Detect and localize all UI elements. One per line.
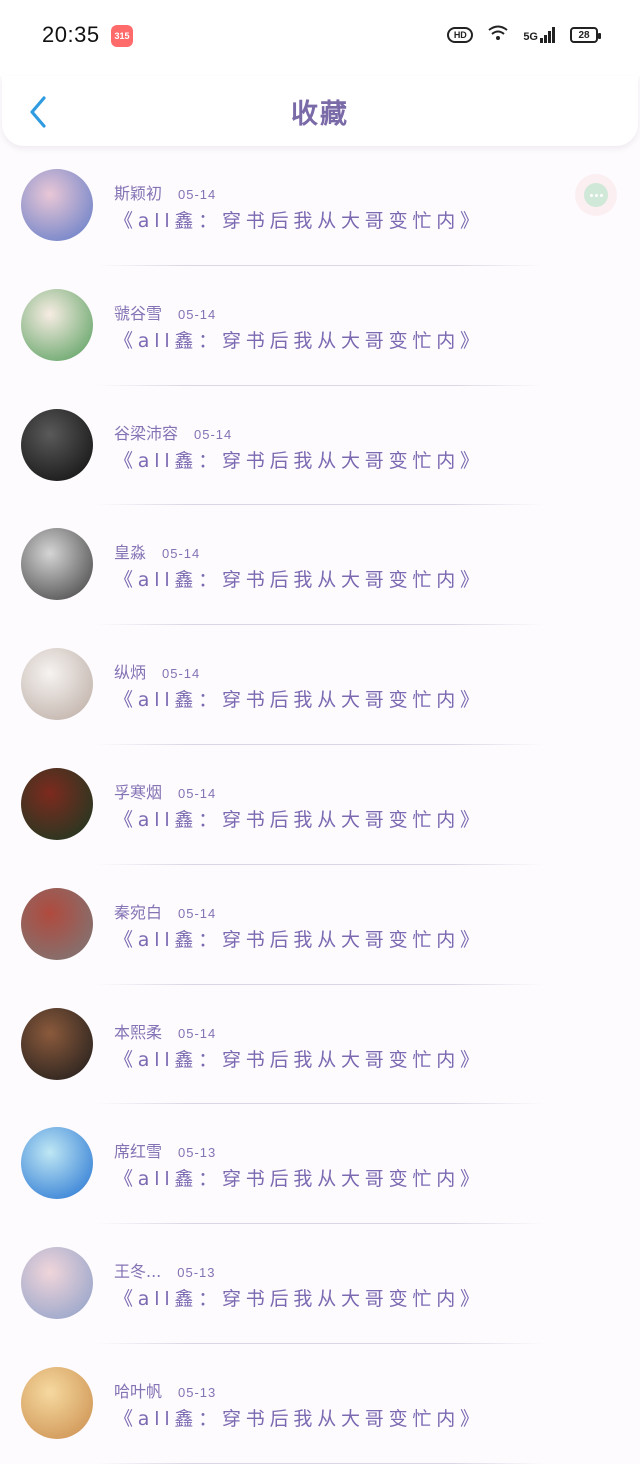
avatar[interactable] — [21, 288, 93, 361]
favorite-item[interactable]: 虢谷雪 05-14 《all鑫：穿书后我从大哥变忙内》 — [0, 266, 640, 386]
favorite-date: 05-14 — [178, 306, 217, 322]
favorite-date: 05-14 — [178, 905, 217, 921]
favorite-date: 05-13 — [178, 1384, 217, 1400]
favorite-meta: 皇淼 05-14 — [114, 539, 200, 563]
status-time: 20:35 — [42, 22, 100, 47]
favorite-title[interactable]: 《all鑫：穿书后我从大哥变忙内》 — [114, 805, 484, 832]
favorite-date: 05-13 — [177, 1265, 216, 1281]
favorite-title[interactable]: 《all鑫：穿书后我从大哥变忙内》 — [114, 565, 484, 592]
status-bar: 20:35 315 HD 5G 28 — [0, 0, 640, 76]
favorite-date: 05-14 — [178, 187, 217, 202]
favorite-title[interactable]: 《all鑫：穿书后我从大哥变忙内》 — [114, 326, 484, 353]
favorite-meta: 秦宛白 05-14 — [114, 899, 216, 923]
favorite-item[interactable]: 孚寒烟 05-14 《all鑫：穿书后我从大哥变忙内》 — [0, 745, 640, 865]
favorite-title[interactable]: 《all鑫：穿书后我从大哥变忙内》 — [114, 1404, 484, 1431]
favorite-title[interactable]: 《all鑫：穿书后我从大哥变忙内》 — [114, 446, 484, 473]
avatar[interactable] — [21, 169, 93, 241]
favorite-item[interactable]: 哈叶帆 05-13 《all鑫：穿书后我从大哥变忙内》 — [0, 1344, 640, 1464]
hd-icon: HD — [447, 27, 474, 43]
favorite-date: 05-14 — [162, 546, 201, 562]
favorite-meta: 孚寒烟 05-14 — [114, 779, 216, 803]
favorite-meta: 纵炳 05-14 — [114, 659, 200, 683]
favorite-date: 05-14 — [194, 426, 233, 442]
favorite-meta: 本熙柔 05-14 — [114, 1019, 216, 1043]
floating-more-button[interactable] — [575, 174, 617, 216]
user-name[interactable]: 虢谷雪 — [114, 304, 162, 323]
user-name[interactable]: 秦宛白 — [114, 903, 162, 922]
favorite-title[interactable]: 《all鑫：穿书后我从大哥变忙内》 — [114, 1284, 484, 1311]
user-name[interactable]: 哈叶帆 — [114, 1382, 162, 1401]
avatar[interactable] — [21, 767, 93, 840]
favorite-meta: 谷梁沛容 05-14 — [114, 420, 232, 444]
favorite-item[interactable]: 王冬... 05-13 《all鑫：穿书后我从大哥变忙内》 — [0, 1224, 640, 1344]
avatar[interactable] — [21, 1247, 93, 1320]
network-type: 5G — [523, 31, 538, 43]
user-name[interactable]: 王冬... — [114, 1262, 161, 1281]
user-name[interactable]: 谷梁沛容 — [114, 424, 178, 443]
favorite-title[interactable]: 《all鑫：穿书后我从大哥变忙内》 — [114, 206, 484, 233]
favorite-item[interactable]: 斯颖初 05-14 《all鑫：穿书后我从大哥变忙内》 — [0, 146, 640, 266]
status-icons: HD 5G 28 — [447, 24, 601, 46]
wifi-icon — [487, 24, 509, 46]
avatar[interactable] — [21, 528, 93, 601]
favorite-meta: 席红雪 05-13 — [114, 1138, 216, 1162]
favorite-item[interactable]: 本熙柔 05-14 《all鑫：穿书后我从大哥变忙内》 — [0, 985, 640, 1105]
favorite-meta: 哈叶帆 05-13 — [114, 1378, 216, 1402]
avatar[interactable] — [21, 408, 93, 481]
cellular-signal-icon: 5G — [523, 27, 556, 43]
favorite-meta: 王冬... 05-13 — [114, 1258, 216, 1282]
avatar[interactable] — [21, 1366, 93, 1439]
user-name[interactable]: 斯颖初 — [114, 184, 162, 203]
avatar[interactable] — [21, 887, 93, 960]
user-name[interactable]: 皇淼 — [114, 543, 146, 562]
favorite-title[interactable]: 《all鑫：穿书后我从大哥变忙内》 — [114, 1164, 484, 1191]
favorite-meta: 斯颖初 05-14 — [114, 180, 216, 204]
page-title: 收藏 — [291, 99, 349, 130]
page-header: 收藏 — [2, 76, 638, 146]
favorite-item[interactable]: 秦宛白 05-14 《all鑫：穿书后我从大哥变忙内》 — [0, 865, 640, 985]
favorite-item[interactable]: 谷梁沛容 05-14 《all鑫：穿书后我从大哥变忙内》 — [0, 386, 640, 506]
avatar[interactable] — [21, 648, 93, 721]
favorite-item[interactable]: 皇淼 05-14 《all鑫：穿书后我从大哥变忙内》 — [0, 505, 640, 626]
favorite-meta: 虢谷雪 05-14 — [114, 300, 216, 324]
favorite-title[interactable]: 《all鑫：穿书后我从大哥变忙内》 — [114, 925, 484, 952]
battery-icon: 28 — [570, 27, 601, 43]
user-name[interactable]: 孚寒烟 — [114, 783, 162, 802]
favorite-item[interactable]: 纵炳 05-14 《all鑫：穿书后我从大哥变忙内》 — [0, 625, 640, 745]
more-dots-icon — [584, 183, 608, 207]
avatar[interactable] — [21, 1127, 93, 1200]
favorites-list: 斯颖初 05-14 《all鑫：穿书后我从大哥变忙内》 虢谷雪 05-14 《all鑫：穿… — [0, 146, 640, 1464]
user-name[interactable]: 纵炳 — [114, 663, 146, 682]
avatar[interactable] — [21, 1007, 93, 1080]
user-name[interactable]: 本熙柔 — [114, 1023, 162, 1042]
notification-app-icon: 315 — [111, 25, 133, 47]
user-name[interactable]: 席红雪 — [114, 1142, 162, 1161]
favorite-item[interactable]: 席红雪 05-13 《all鑫：穿书后我从大哥变忙内》 — [0, 1104, 640, 1225]
favorite-date: 05-13 — [178, 1145, 217, 1161]
favorite-title[interactable]: 《all鑫：穿书后我从大哥变忙内》 — [114, 685, 484, 712]
favorite-date: 05-14 — [178, 785, 217, 801]
favorite-title[interactable]: 《all鑫：穿书后我从大哥变忙内》 — [114, 1045, 484, 1072]
favorite-date: 05-14 — [162, 666, 201, 682]
favorite-date: 05-14 — [178, 1025, 217, 1041]
